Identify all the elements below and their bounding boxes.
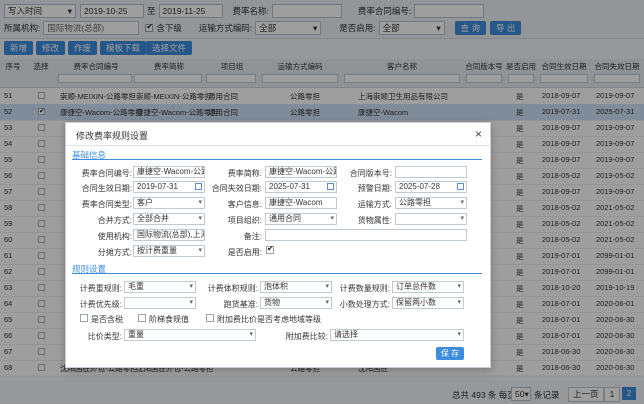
region-grade-label: 附加费比价是否考虑地域等级 [217,315,321,324]
warning-date-label: 预警日期: [357,184,392,193]
end-date-value: 2025-07-31 [269,182,310,191]
priority-label: 计费优先级: [79,300,122,309]
project-label: 项目组织: [227,216,262,225]
enabled-checkbox[interactable] [266,244,274,254]
calendar-icon[interactable] [327,183,334,190]
short-name-label: 费率简称: [227,169,262,178]
tax-included-label: 是否含税 [91,315,123,324]
split-select[interactable]: 按计费重量 [133,245,205,257]
region-grade-checkbox[interactable] [206,314,214,322]
rate-type-label: 费率合同类型: [81,200,132,209]
version-field[interactable] [395,166,467,178]
version-label: 合同版本号: [349,169,392,178]
close-icon[interactable]: × [475,127,482,141]
calc-base-label: 跑货基准: [223,300,258,309]
transport-select[interactable]: 公路零担 [395,197,467,209]
warning-date-value: 2025-07-28 [399,182,440,191]
save-button[interactable]: 保 存 [436,347,464,360]
section-basic-info: 基础信息 [72,149,482,160]
project-select[interactable]: 通用合同 [265,213,337,225]
merge-label: 合并方式: [97,216,132,225]
split-label: 分摊方式: [97,248,132,257]
tax-included-checkbox[interactable] [80,314,88,322]
extra-compare-label: 附加费比较: [285,332,328,341]
section-rules-title: 规则设置 [72,264,107,274]
dialog-title: 修改费率规则设置 [76,131,149,141]
extra-compare-select[interactable]: 请选择 [330,329,464,341]
start-date-field[interactable]: 2019-07-31 [133,181,205,193]
weight-rule-select[interactable]: 毛重 [124,281,196,293]
remark-label: 备注: [243,232,262,241]
decimal-label: 小数处理方式: [339,300,390,309]
weight-rule-label: 计费重规则: [79,284,122,293]
goods-select[interactable] [395,213,467,225]
end-date-field[interactable]: 2025-07-31 [265,181,337,193]
priority-select[interactable] [124,297,196,309]
edit-rule-dialog: 修改费率规则设置 × 基础信息 费率合同编号: 康捷空-Wacom-公路 费率简… [65,122,491,368]
contract-no-field[interactable]: 康捷空-Wacom-公路 [133,166,205,178]
contract-no-label: 费率合同编号: [81,169,132,178]
short-name-field[interactable]: 康捷空-Wacom-公路 [265,166,337,178]
org-field-label: 使用机构: [97,232,132,241]
calendar-icon[interactable] [457,183,464,190]
decimal-select[interactable]: 保留两小数 [392,297,464,309]
section-rules: 规则设置 [72,263,482,274]
transport-label: 运输方式: [357,200,392,209]
start-date-value: 2019-07-31 [137,182,178,191]
qty-rule-select[interactable]: 订单总件数 [392,281,464,293]
volume-rule-label: 计费体积规则: [207,284,258,293]
warning-date-field[interactable]: 2025-07-28 [395,181,467,193]
merge-select[interactable]: 全部合并 [133,213,205,225]
customer-field[interactable]: 康捷空-Wacom [265,197,337,209]
qty-rule-label: 计费数量规则: [339,284,390,293]
customer-label: 客户信息: [227,200,262,209]
calendar-icon[interactable] [195,183,202,190]
end-date-label: 合同失效日期: [211,184,262,193]
goods-label: 货物属性: [357,216,392,225]
org-field[interactable]: 国际物流(总部),上海 [133,229,205,241]
tier-label: 阶梯食规值 [149,315,189,324]
rate-type-select[interactable]: 客户 [133,197,205,209]
enabled-label: 是否启用: [227,248,262,257]
calc-base-select[interactable]: 货物 [260,297,332,309]
remark-field[interactable] [265,229,467,241]
start-date-label: 合同生效日期: [81,184,132,193]
volume-rule-select[interactable]: 泡体积 [260,281,332,293]
section-basic-title: 基础信息 [72,150,107,160]
tier-checkbox[interactable] [138,314,146,322]
dialog-header: 修改费率规则设置 × [66,123,490,146]
compare-type-label: 比价类型: [87,332,122,341]
compare-type-select[interactable]: 重量 [124,329,256,341]
